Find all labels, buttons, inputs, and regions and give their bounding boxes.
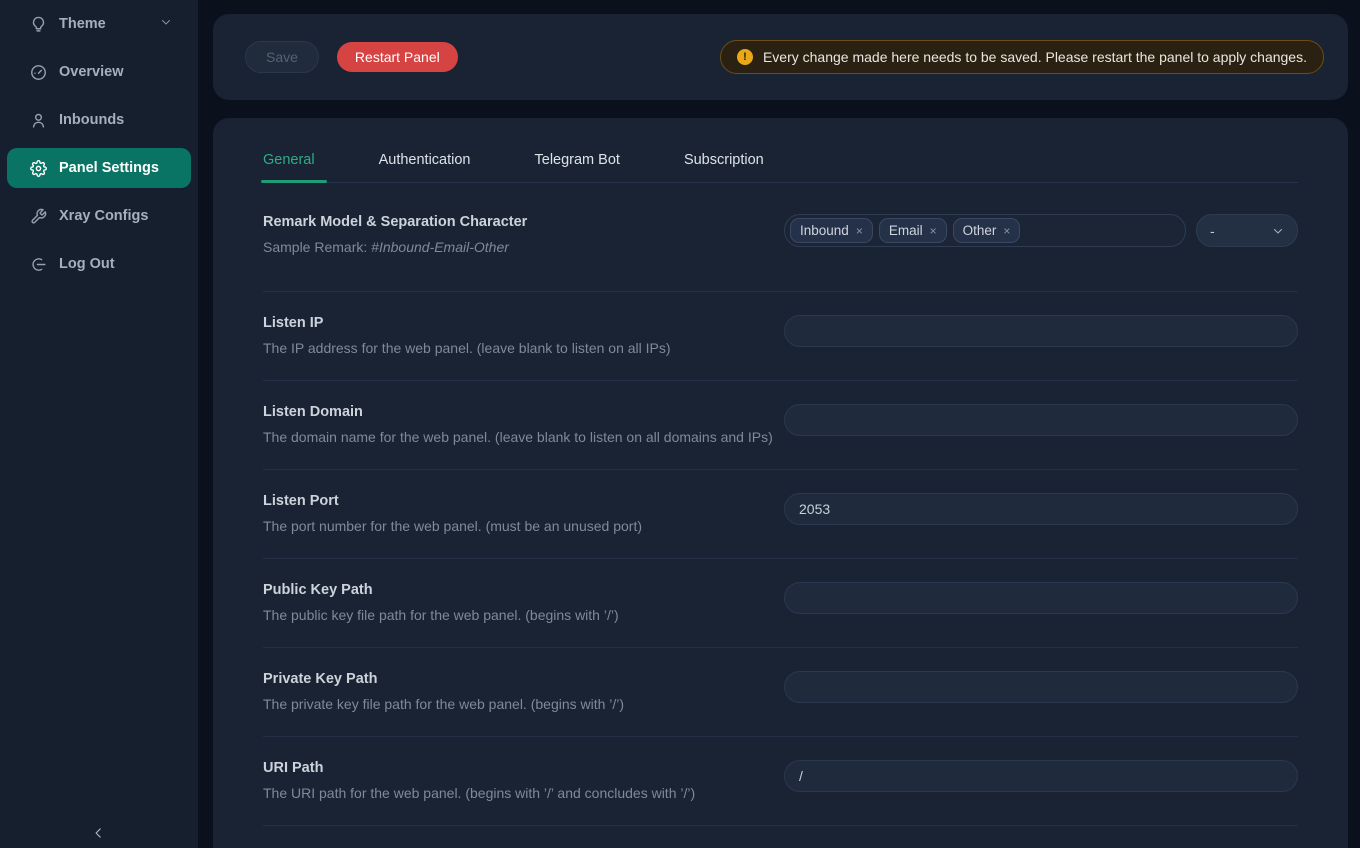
- save-button[interactable]: Save: [245, 41, 319, 73]
- separator-select-value: -: [1210, 223, 1215, 239]
- field-label: Remark Model & Separation Character: [263, 214, 527, 230]
- tag-close-icon[interactable]: ×: [1003, 224, 1010, 238]
- tag-email: Email ×: [879, 218, 947, 243]
- tab-subscription[interactable]: Subscription: [684, 140, 764, 182]
- user-icon: [30, 112, 47, 129]
- field-description: The private key file path for the web pa…: [263, 696, 624, 712]
- field-label: Listen Domain: [263, 404, 773, 420]
- lightbulb-icon: [30, 16, 47, 33]
- listen-port-input[interactable]: [784, 493, 1298, 525]
- uri-path-input[interactable]: [784, 760, 1298, 792]
- restart-warning-alert: ! Every change made here needs to be sav…: [720, 40, 1324, 74]
- chevron-down-icon: [160, 16, 172, 32]
- form-row-public-key-path: Public Key Path The public key file path…: [263, 559, 1298, 648]
- sidebar-item-inbounds[interactable]: Inbounds: [0, 100, 198, 140]
- dashboard-icon: [30, 64, 47, 81]
- sidebar-item-label: Log Out: [59, 256, 115, 272]
- form-row-listen-domain: Listen Domain The domain name for the we…: [263, 381, 1298, 470]
- tag-close-icon[interactable]: ×: [856, 224, 863, 238]
- sidebar-item-label: Inbounds: [59, 112, 124, 128]
- sidebar-item-label: Panel Settings: [59, 160, 159, 176]
- tab-telegram-bot[interactable]: Telegram Bot: [535, 140, 620, 182]
- field-description: Sample Remark: #Inbound-Email-Other: [263, 239, 527, 255]
- field-description: The domain name for the web panel. (leav…: [263, 429, 773, 445]
- form-row-uri-path: URI Path The URI path for the web panel.…: [263, 737, 1298, 826]
- sidebar-item-label: Xray Configs: [59, 208, 148, 224]
- tag-inbound: Inbound ×: [790, 218, 873, 243]
- remark-model-tags-input[interactable]: Inbound × Email × Other ×: [784, 214, 1186, 247]
- field-label: Public Key Path: [263, 582, 619, 598]
- tag-label: Email: [889, 223, 923, 238]
- chevron-left-icon: [92, 826, 106, 840]
- field-description: The URI path for the web panel. (begins …: [263, 785, 695, 801]
- sidebar-collapse-button[interactable]: [88, 822, 110, 844]
- field-description: The public key file path for the web pan…: [263, 607, 619, 623]
- restart-panel-button[interactable]: Restart Panel: [337, 42, 458, 72]
- alert-text: Every change made here needs to be saved…: [763, 49, 1307, 65]
- sample-remark-value: #Inbound-Email-Other: [371, 239, 509, 255]
- field-label: Listen IP: [263, 315, 671, 331]
- sidebar-item-log-out[interactable]: Log Out: [0, 244, 198, 284]
- tag-label: Other: [963, 223, 997, 238]
- field-label: Listen Port: [263, 493, 642, 509]
- panel-settings-card: General Authentication Telegram Bot Subs…: [213, 118, 1348, 848]
- sample-remark-prefix: Sample Remark:: [263, 239, 371, 255]
- listen-ip-input[interactable]: [784, 315, 1298, 347]
- form-row-listen-ip: Listen IP The IP address for the web pan…: [263, 292, 1298, 381]
- sidebar-item-panel-settings[interactable]: Panel Settings: [7, 148, 191, 188]
- listen-domain-input[interactable]: [784, 404, 1298, 436]
- field-description: The port number for the web panel. (must…: [263, 518, 642, 534]
- tab-general[interactable]: General: [263, 140, 315, 182]
- separator-select[interactable]: -: [1196, 214, 1298, 247]
- gear-icon: [30, 160, 47, 177]
- tag-close-icon[interactable]: ×: [930, 224, 937, 238]
- tab-authentication[interactable]: Authentication: [379, 140, 471, 182]
- sidebar-item-overview[interactable]: Overview: [0, 52, 198, 92]
- sidebar-item-label: Theme: [59, 16, 106, 32]
- field-label: Private Key Path: [263, 671, 624, 687]
- form-row-listen-port: Listen Port The port number for the web …: [263, 470, 1298, 559]
- wrench-icon: [30, 208, 47, 225]
- tag-label: Inbound: [800, 223, 849, 238]
- settings-tabs: General Authentication Telegram Bot Subs…: [263, 140, 1298, 183]
- sidebar-item-xray-configs[interactable]: Xray Configs: [0, 196, 198, 236]
- tag-other: Other ×: [953, 218, 1021, 243]
- form-row-private-key-path: Private Key Path The private key file pa…: [263, 648, 1298, 737]
- toolbar: Save Restart Panel ! Every change made h…: [213, 14, 1348, 100]
- logout-icon: [30, 256, 47, 273]
- private-key-path-input[interactable]: [784, 671, 1298, 703]
- sidebar-item-label: Overview: [59, 64, 124, 80]
- sidebar: Theme Overview Inbounds Panel Settings X…: [0, 0, 198, 848]
- warning-icon: !: [737, 49, 753, 65]
- form-row-remark-model: Remark Model & Separation Character Samp…: [263, 183, 1298, 292]
- sidebar-item-theme[interactable]: Theme: [0, 4, 198, 44]
- field-label: URI Path: [263, 760, 695, 776]
- content-area: Save Restart Panel ! Every change made h…: [198, 0, 1360, 848]
- public-key-path-input[interactable]: [784, 582, 1298, 614]
- field-description: The IP address for the web panel. (leave…: [263, 340, 671, 356]
- chevron-down-icon: [1272, 225, 1284, 237]
